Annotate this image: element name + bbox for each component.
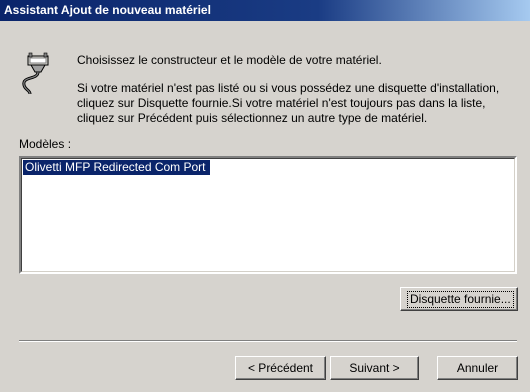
title-bar[interactable]: Assistant Ajout de nouveau matériel <box>0 0 530 21</box>
have-disk-button[interactable]: Disquette fournie... <box>400 287 518 311</box>
back-button[interactable]: < Précédent <box>235 356 326 380</box>
intro-text: Choisissez le constructeur et le modèle … <box>77 53 517 126</box>
serial-port-cable-icon <box>18 52 58 96</box>
models-label: Modèles : <box>19 137 72 151</box>
intro-line-1: Choisissez le constructeur et le modèle … <box>77 53 382 67</box>
have-disk-button-label: Disquette fournie... <box>407 291 514 308</box>
window-title: Assistant Ajout de nouveau matériel <box>4 3 211 17</box>
next-button[interactable]: Suivant > <box>330 356 419 380</box>
cancel-button[interactable]: Annuler <box>437 356 518 380</box>
list-item-model-selected[interactable]: Olivetti MFP Redirected Com Port <box>23 160 210 175</box>
models-listbox[interactable]: Olivetti MFP Redirected Com Port <box>19 156 517 274</box>
intro-line-2: Si votre matériel n'est pas listé ou si … <box>77 81 500 125</box>
add-hardware-wizard-window: Assistant Ajout de nouveau matériel Choi… <box>0 0 530 392</box>
separator-line <box>19 340 517 342</box>
